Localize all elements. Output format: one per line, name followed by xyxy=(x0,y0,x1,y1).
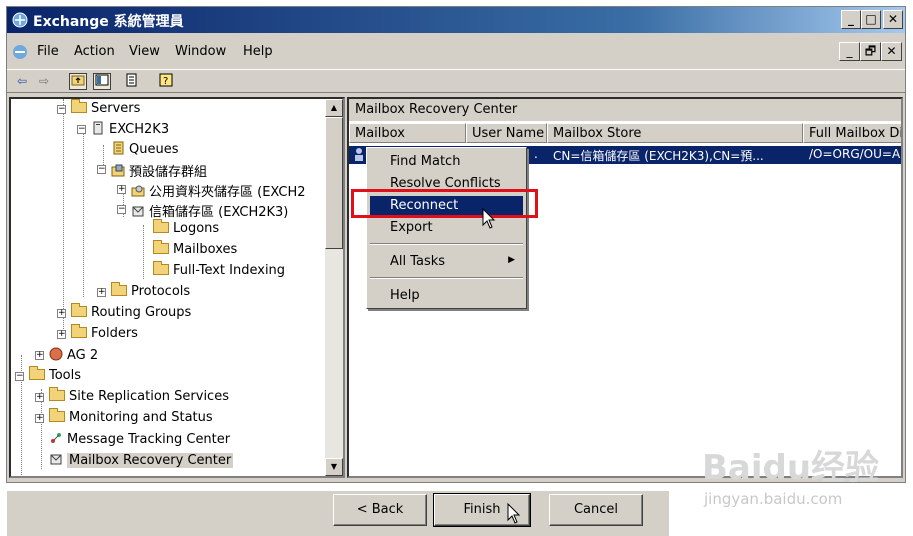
tree-item-mailbox-recovery[interactable]: Mailbox Recovery Center xyxy=(49,452,234,470)
results-pane-title: Mailbox Recovery Center xyxy=(349,99,901,121)
tree-item-folders[interactable]: + Folders xyxy=(57,324,138,344)
context-menu-all-tasks[interactable]: All Tasks ▶ xyxy=(370,252,523,272)
tree-item-servers[interactable]: − Servers xyxy=(57,99,140,119)
back-arrow-icon[interactable]: ⇦ xyxy=(13,73,31,90)
column-header-full-mailbox-directory[interactable]: Full Mailbox Dire xyxy=(803,123,901,143)
toolbar: ⇦ ⇨ ? xyxy=(7,69,905,93)
message-tracking-icon xyxy=(51,433,61,443)
server-icon xyxy=(93,121,103,135)
help-icon[interactable]: ? xyxy=(157,73,175,90)
mailbox-store-icon xyxy=(132,206,144,217)
tree-line xyxy=(63,99,64,339)
menu-file[interactable]: File xyxy=(37,44,59,59)
context-menu: Find Match Resolve Conflicts Reconnect E… xyxy=(366,147,527,309)
forward-arrow-icon[interactable]: ⇨ xyxy=(35,73,53,90)
watermark-url: jingyan.baidu.com xyxy=(704,490,843,508)
mouse-pointer-icon xyxy=(482,208,496,229)
cell-user-name: . xyxy=(534,147,538,161)
close-button[interactable]: ✕ xyxy=(883,10,903,29)
scroll-down-arrow-icon[interactable]: ▼ xyxy=(325,458,343,476)
title-bar[interactable]: Exchange 系統管理員 _ □ ✕ xyxy=(7,7,905,33)
menu-action[interactable]: Action xyxy=(74,44,115,59)
child-minimize-button[interactable]: _ xyxy=(839,42,860,61)
tree-vertical-scrollbar[interactable]: ▲ ▼ xyxy=(325,99,343,476)
public-store-icon xyxy=(131,185,145,197)
menu-bar: File Action View Window Help xyxy=(7,37,905,67)
minimize-button[interactable]: _ xyxy=(841,10,861,29)
tree-item-message-tracking[interactable]: Message Tracking Center xyxy=(49,431,230,449)
tree-item-monitoring[interactable]: + Monitoring and Status xyxy=(35,408,213,428)
context-menu-export[interactable]: Export xyxy=(370,218,523,238)
folder-icon xyxy=(111,282,127,296)
tree-line xyxy=(143,225,144,279)
folder-icon xyxy=(29,366,45,380)
wizard-button-bar: < Back Finish Cancel xyxy=(7,490,669,536)
column-header-mailbox[interactable]: Mailbox xyxy=(349,123,466,143)
cell-full-mailbox-directory: /O=ORG/OU=A xyxy=(809,147,901,161)
tree-item-tools[interactable]: − Tools xyxy=(15,366,81,386)
watermark: Baidu经验 jingyan.baidu.com xyxy=(702,440,902,520)
tree-item-exch2k3[interactable]: − EXCH2K3 xyxy=(77,121,169,139)
scroll-up-arrow-icon[interactable]: ▲ xyxy=(325,99,343,117)
child-restore-button[interactable]: 🗗 xyxy=(860,42,881,61)
menu-help[interactable]: Help xyxy=(243,44,273,59)
tree-line xyxy=(83,125,84,297)
mailbox-recovery-icon xyxy=(50,454,62,465)
tree-item-mailbox-store[interactable]: − 信箱儲存區 (EXCH2K3) xyxy=(117,201,288,220)
console-tree: − Servers − EXCH2K3 Queues − 預設儲存群組 + 公用… xyxy=(9,97,345,478)
submenu-arrow-icon: ▶ xyxy=(508,255,515,265)
folder-icon xyxy=(153,219,169,233)
cancel-button[interactable]: Cancel xyxy=(549,494,643,526)
menu-separator xyxy=(370,277,523,279)
svg-text:?: ? xyxy=(163,76,168,87)
scroll-thumb[interactable] xyxy=(325,117,343,249)
folder-icon xyxy=(71,324,87,338)
back-button[interactable]: < Back xyxy=(333,494,427,526)
console-icon xyxy=(13,45,27,59)
cell-mailbox-store: CN=信箱儲存區 (EXCH2K3),CN=預... xyxy=(553,149,764,163)
mailbox-user-icon xyxy=(355,148,363,161)
tree-item-protocols[interactable]: + Protocols xyxy=(97,282,190,302)
tree-item-queues[interactable]: Queues xyxy=(111,141,178,159)
exchange-app-icon xyxy=(12,12,28,28)
menu-view[interactable]: View xyxy=(129,44,160,59)
column-header-mailbox-store[interactable]: Mailbox Store xyxy=(547,123,803,143)
window-title: Exchange 系統管理員 xyxy=(33,14,184,30)
folder-icon xyxy=(49,387,65,401)
context-menu-help[interactable]: Help xyxy=(370,286,523,306)
folder-icon xyxy=(71,99,87,113)
tree-item-mailboxes[interactable]: Mailboxes xyxy=(153,240,237,260)
mouse-pointer-icon xyxy=(507,503,521,524)
tree-item-logons[interactable]: Logons xyxy=(153,219,219,239)
tree-item-site-replication[interactable]: + Site Replication Services xyxy=(35,387,229,407)
tree-item-ag2[interactable]: + AG 2 xyxy=(35,347,98,365)
storage-group-icon xyxy=(111,164,125,177)
folder-icon xyxy=(153,261,169,275)
tree-item-storage-group[interactable]: − 預設儲存群組 xyxy=(97,161,207,180)
up-folder-icon[interactable] xyxy=(69,73,87,90)
watermark-logo: Baidu经验 xyxy=(702,448,880,488)
folder-icon xyxy=(71,303,87,317)
folder-icon xyxy=(153,240,169,254)
tree-item-public-store[interactable]: + 公用資料夾儲存區 (EXCH2 xyxy=(117,181,306,200)
menu-separator xyxy=(370,243,523,245)
show-hide-tree-icon[interactable] xyxy=(93,73,111,90)
export-list-icon[interactable] xyxy=(123,73,141,90)
menu-window[interactable]: Window xyxy=(175,44,226,59)
child-close-button[interactable]: ✕ xyxy=(881,42,902,61)
annotation-highlight-box xyxy=(351,189,538,218)
admin-group-icon xyxy=(49,347,63,361)
folder-icon xyxy=(49,408,65,422)
queues-icon xyxy=(113,141,124,155)
tree-item-routing-groups[interactable]: + Routing Groups xyxy=(57,303,191,323)
tree-item-fulltext-indexing[interactable]: Full-Text Indexing xyxy=(153,261,285,281)
context-menu-find-match[interactable]: Find Match xyxy=(370,152,523,172)
maximize-button[interactable]: □ xyxy=(861,10,881,29)
column-header-user-name[interactable]: User Name xyxy=(466,123,547,143)
